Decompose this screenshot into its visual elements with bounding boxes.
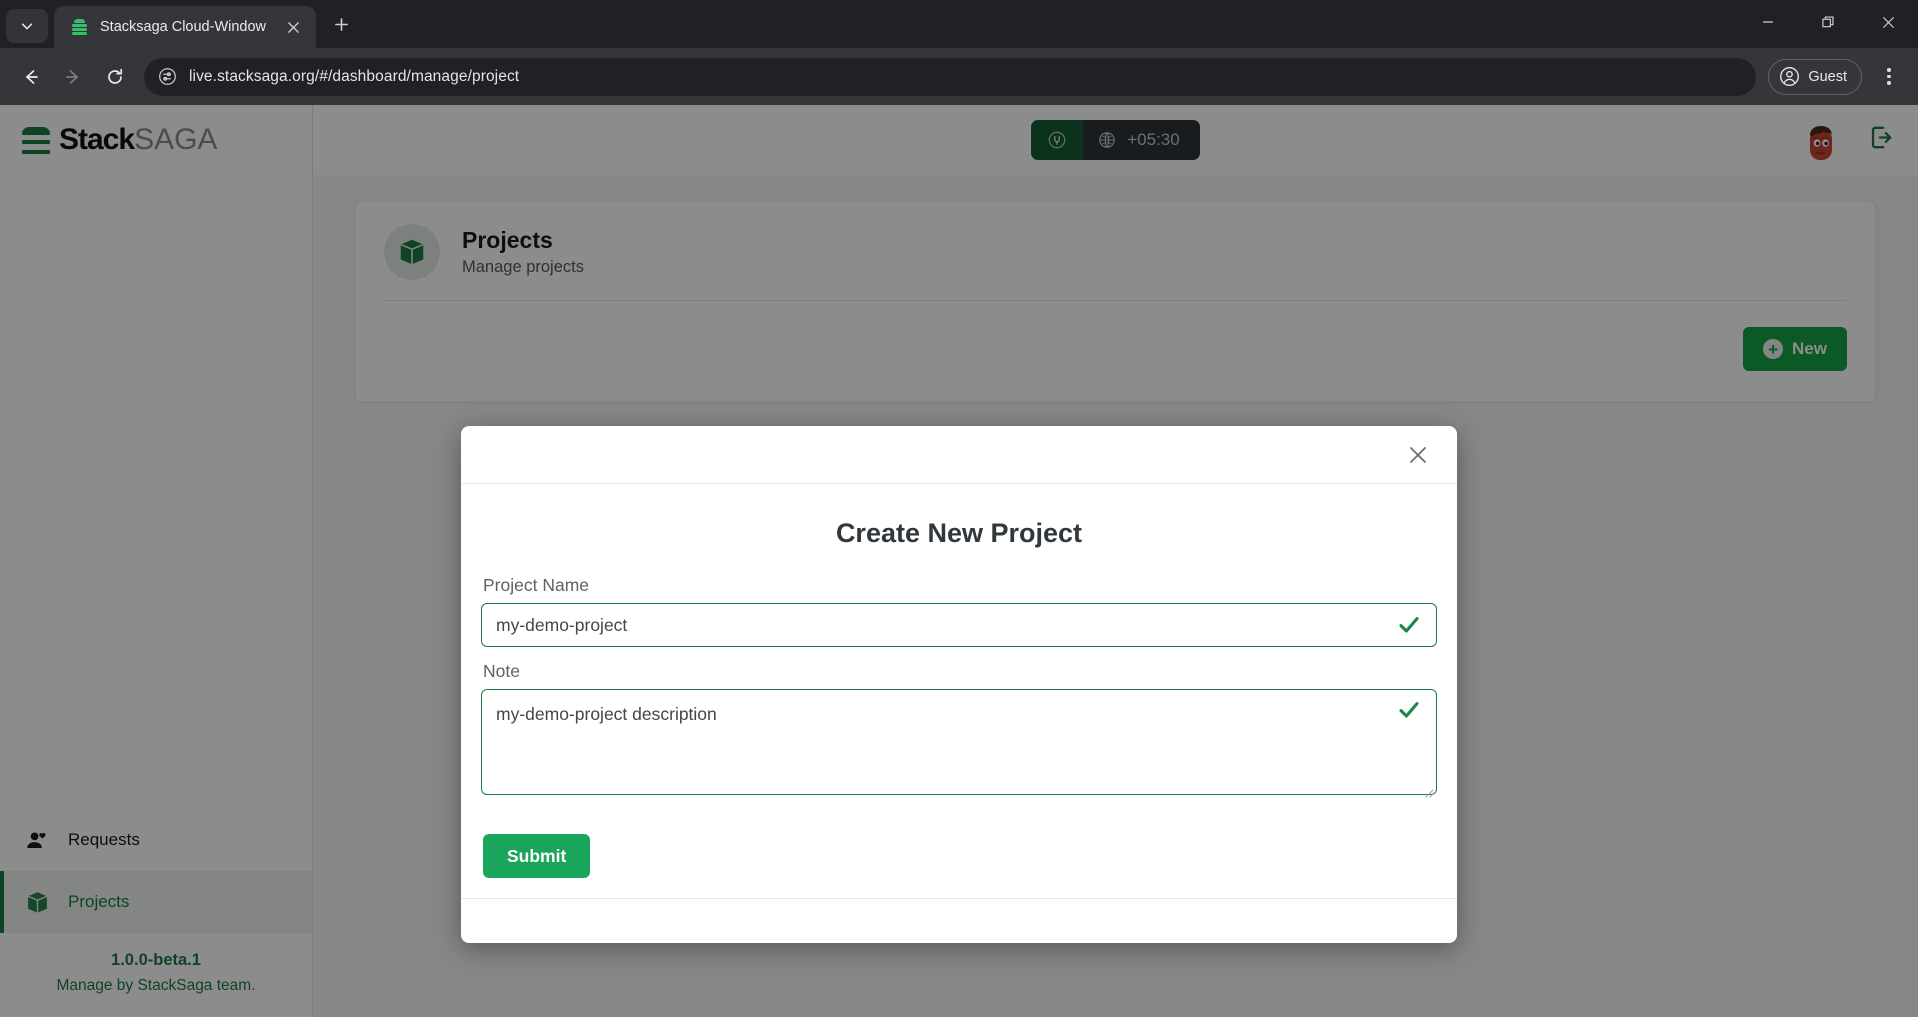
plus-icon [334,17,349,32]
browser-tab[interactable]: Stacksaga Cloud-Window [54,6,316,48]
modal-close-button[interactable] [1401,438,1435,472]
browser-window: Stacksaga Cloud-Window [0,0,1918,1017]
tab-strip: Stacksaga Cloud-Window [0,0,1918,48]
address-bar[interactable]: live.stacksaga.org/#/dashboard/manage/pr… [144,58,1756,96]
address-bar-url: live.stacksaga.org/#/dashboard/manage/pr… [189,68,519,86]
tab-search-button[interactable] [6,9,48,43]
page-viewport: StackSAGA Requests [0,105,1918,1017]
reload-button[interactable] [96,58,134,96]
profile-label: Guest [1808,69,1847,85]
back-button[interactable] [12,58,50,96]
browser-menu-button[interactable] [1872,60,1906,94]
forward-button[interactable] [54,58,92,96]
new-tab-button[interactable] [326,9,356,39]
reload-icon [105,67,125,87]
window-maximize-button[interactable] [1798,0,1858,44]
submit-button[interactable]: Submit [483,834,590,878]
kebab-dot [1887,75,1890,78]
close-icon [287,21,300,34]
project-name-label: Project Name [481,575,1437,596]
restore-icon [1822,16,1835,29]
site-settings-icon[interactable] [158,67,177,86]
modal-header [461,426,1457,484]
kebab-dot [1887,68,1890,71]
browser-toolbar: live.stacksaga.org/#/dashboard/manage/pr… [0,48,1918,105]
create-project-modal: Create New Project Project Name Note [461,426,1457,943]
profile-button[interactable]: Guest [1768,59,1862,95]
close-icon [1882,16,1895,29]
kebab-dot [1887,81,1890,84]
window-minimize-button[interactable] [1738,0,1798,44]
modal-body: Create New Project Project Name Note [461,484,1457,898]
note-textarea[interactable] [481,689,1437,795]
modal-title: Create New Project [481,518,1437,549]
chevron-down-icon [20,19,34,33]
project-name-input[interactable] [481,603,1437,647]
note-label: Note [481,661,1437,682]
forward-arrow-icon [63,67,83,87]
note-field: Note [481,661,1437,800]
project-name-field: Project Name [481,575,1437,647]
account-circle-icon [1779,66,1800,87]
minimize-icon [1762,16,1774,28]
close-icon [1408,445,1428,465]
stacksaga-favicon [70,18,88,36]
window-close-button[interactable] [1858,0,1918,44]
back-arrow-icon [21,67,41,87]
modal-footer [461,898,1457,943]
tab-close-button[interactable] [280,14,306,40]
project-name-input-wrap [481,603,1437,647]
note-input-wrap [481,689,1437,800]
window-controls [1738,0,1918,44]
tab-title: Stacksaga Cloud-Window [100,19,268,35]
